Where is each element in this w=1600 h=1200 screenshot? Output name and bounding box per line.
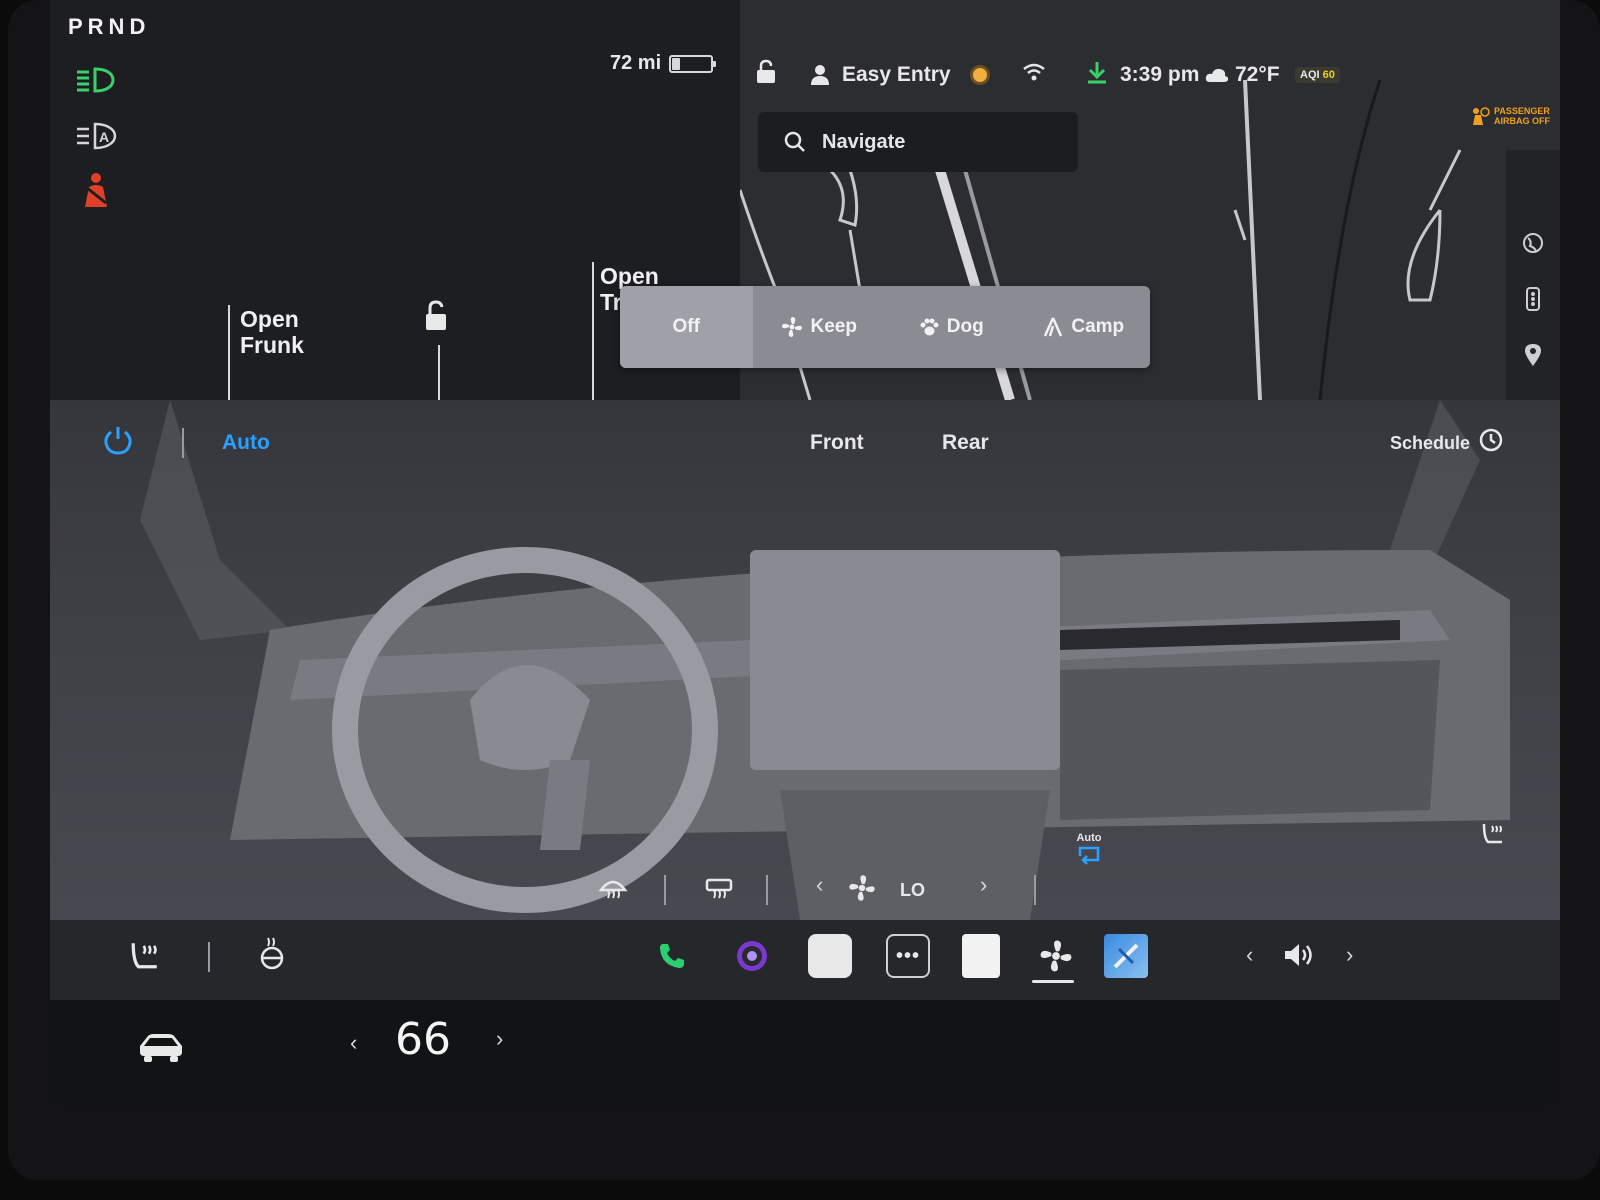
temperature-text: 72°F <box>1235 63 1280 86</box>
person-icon <box>811 65 829 85</box>
steering-wheel-heater-icon[interactable] <box>256 936 288 975</box>
wifi-icon <box>1022 63 1046 87</box>
svg-text:A: A <box>99 129 109 145</box>
map-pin-icon[interactable] <box>1518 340 1548 370</box>
range-text: 72 mi <box>610 52 662 74</box>
dock-status-row: ‹ 66 › <box>50 1000 1560 1105</box>
battery-fill <box>672 57 680 70</box>
dock-divider <box>208 942 210 972</box>
gear-selector-indicator: PRND <box>68 14 151 39</box>
recirc-divider <box>1034 875 1036 905</box>
mode-keep-label: Keep <box>810 316 857 337</box>
airbag-off-icon <box>1473 107 1490 125</box>
speaker-volume-icon[interactable] <box>1282 940 1316 975</box>
cabin-render <box>140 400 1510 920</box>
passenger-airbag-indicator: PASSENGER AIRBAG OFF <box>1470 106 1550 126</box>
aqi-badge: AQI 60 <box>1295 67 1340 83</box>
camera-recording-icon[interactable] <box>970 65 990 85</box>
climate-auto-button[interactable]: Auto <box>222 431 270 455</box>
fan-icon <box>848 874 876 907</box>
mode-off-label: Off <box>672 316 700 337</box>
recirc-label: Auto <box>1076 832 1102 844</box>
calendar-app-icon[interactable] <box>808 934 852 978</box>
open-frunk-line2: Frunk <box>240 332 304 358</box>
front-defrost-tab[interactable]: Front <box>810 431 864 455</box>
fan-decrease-icon[interactable]: ‹ <box>816 872 823 898</box>
open-frunk-button[interactable]: Open Frunk <box>240 306 304 358</box>
mode-off-button[interactable]: Off <box>620 286 753 368</box>
fan-increase-icon[interactable]: › <box>980 872 987 898</box>
status-bar: Easy Entry 3:39 pm 72°F AQI 60 <box>740 50 1560 100</box>
profile-name: Easy Entry <box>842 63 951 86</box>
mode-camp-label: Camp <box>1071 316 1125 337</box>
auto-headlight-icon: A <box>72 118 120 154</box>
climate-fan-app-icon[interactable] <box>1034 934 1078 978</box>
driver-seat-heater-icon[interactable] <box>128 938 162 977</box>
camera-app-icon[interactable] <box>730 934 774 978</box>
lock-icon[interactable] <box>754 59 778 91</box>
mode-keep-button[interactable]: Keep <box>753 286 886 368</box>
phone-app-icon[interactable] <box>650 934 694 978</box>
airbag-line2: AIRBAG OFF <box>1494 116 1550 126</box>
keep-climate-selector: Off Keep Dog Camp <box>620 286 1150 368</box>
fan-level-text: LO <box>900 879 925 900</box>
bottom-dock: ••• ‹ › ‹ 66 › <box>50 920 1560 1105</box>
outside-temperature: 72°F <box>1205 63 1280 87</box>
touchscreen: PRND A 72 mi Open Frunk Open Tr Easy Ent… <box>50 0 1560 1105</box>
climate-bottom-controls: ‹ LO › <box>50 860 1560 920</box>
navigation-app-icon[interactable] <box>1104 934 1148 978</box>
traffic-light-icon[interactable] <box>1518 284 1548 314</box>
more-apps-icon[interactable]: ••• <box>886 934 930 978</box>
active-app-indicator <box>1032 980 1074 983</box>
climate-power-icon[interactable] <box>102 424 134 462</box>
dock-app-row: ••• ‹ › <box>50 920 1560 1000</box>
notepad-app-icon[interactable] <box>962 934 1000 978</box>
charge-port-unlock-icon[interactable] <box>420 300 450 337</box>
front-defrost-icon[interactable] <box>598 876 628 905</box>
navigate-placeholder: Navigate <box>822 130 906 153</box>
airbag-line1: PASSENGER <box>1494 106 1550 116</box>
temp-decrease-icon[interactable]: ‹ <box>350 1030 357 1056</box>
aqi-label: AQI <box>1300 69 1320 81</box>
mode-dog-label: Dog <box>946 316 984 337</box>
rear-defrost-tab[interactable]: Rear <box>942 431 989 455</box>
battery-icon <box>669 54 717 73</box>
mode-dog-button[interactable]: Dog <box>885 286 1018 368</box>
climate-divider <box>182 428 184 458</box>
climate-top-controls: Auto Front Rear Schedule <box>50 418 1560 468</box>
globe-icon[interactable] <box>1518 228 1548 258</box>
clock-text: 3:39 pm <box>1120 63 1200 86</box>
charge-port-callout-line <box>438 345 440 400</box>
driver-profile[interactable]: Easy Entry <box>810 63 951 87</box>
software-download-icon[interactable] <box>1086 60 1108 90</box>
trunk-callout-line <box>592 262 594 400</box>
navigate-search-box[interactable]: Navigate <box>758 112 1078 172</box>
fan-keep-icon <box>781 317 802 337</box>
temp-increase-icon[interactable]: › <box>496 1026 503 1052</box>
car-controls-icon[interactable] <box>136 1030 186 1069</box>
cloud-icon <box>1205 68 1229 82</box>
map-controls <box>1506 150 1560 400</box>
aqi-value: 60 <box>1322 69 1335 81</box>
fan-divider <box>766 875 768 905</box>
headlight-icon <box>72 62 120 98</box>
climate-schedule-button[interactable]: Schedule <box>1390 433 1470 454</box>
passenger-seat-heater-icon[interactable] <box>1480 820 1506 851</box>
range-indicator: 72 mi <box>610 52 717 75</box>
volume-decrease-icon[interactable]: ‹ <box>1246 942 1253 968</box>
defrost-divider <box>664 875 666 905</box>
seatbelt-warning-icon <box>72 172 120 208</box>
mode-camp-button[interactable]: Camp <box>1018 286 1151 368</box>
tent-icon <box>1044 317 1063 337</box>
open-frunk-line1: Open <box>240 306 299 332</box>
volume-increase-icon[interactable]: › <box>1346 942 1353 968</box>
rear-defrost-icon[interactable] <box>704 876 734 905</box>
schedule-clock-icon[interactable] <box>1478 427 1504 459</box>
search-icon <box>784 131 805 152</box>
temperature-setpoint: 66 <box>395 1014 451 1065</box>
paw-icon <box>920 318 939 336</box>
frunk-callout-line <box>228 305 230 400</box>
climate-pane: Auto Front Rear Schedule Auto ‹ LO › <box>50 400 1560 920</box>
